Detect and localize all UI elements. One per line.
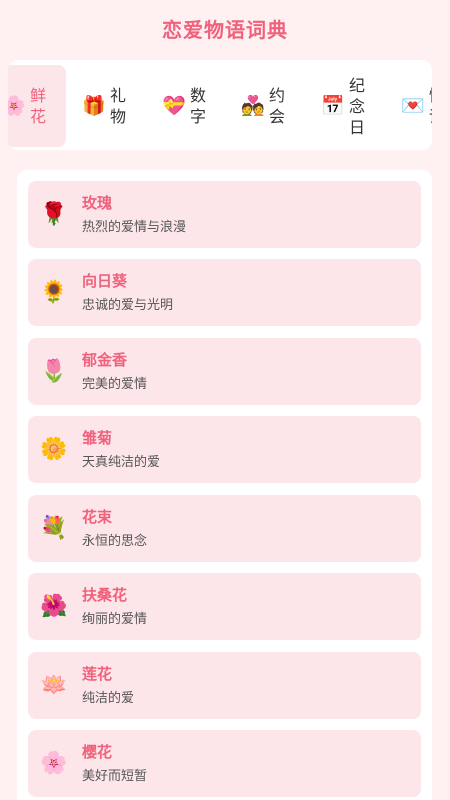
page-title: 恋爱物语词典 [162, 18, 288, 42]
item-name: 扶桑花 [82, 586, 128, 604]
tab-flower[interactable]: 🌸 鲜花 [8, 65, 66, 147]
item-name: 玫瑰 [82, 194, 113, 212]
gift-icon: 🎁 [82, 95, 106, 117]
item-description: 完美的爱情 [82, 377, 148, 392]
cherry-blossom-icon: 🌸 [40, 751, 68, 776]
item-description: 热烈的爱情与浪漫 [82, 220, 187, 235]
item-description: 永恒的思念 [82, 534, 148, 549]
list-item[interactable]: 🌺 扶桑花 绚丽的爱情 [28, 573, 421, 640]
tab-label: 约会 [269, 86, 286, 126]
tab-label: 数字 [190, 86, 207, 126]
sunflower-icon: 🌻 [40, 280, 68, 305]
cherry-blossom-icon: 🌸 [8, 95, 26, 117]
tulip-icon: 🌷 [40, 359, 68, 384]
category-tabs: 🌸 鲜花 🎁 礼物 💝 数字 💑 约会 📅 纪念日 💌 情话 [8, 60, 432, 150]
hibiscus-icon: 🌺 [40, 594, 68, 619]
calendar-icon: 📅 [321, 95, 345, 117]
list-item[interactable]: 💐 花束 永恒的思念 [28, 495, 421, 562]
item-list: 🌹 玫瑰 热烈的爱情与浪漫 🌻 向日葵 忠诚的爱与光明 🌷 郁金香 完美的爱情 … [17, 170, 432, 800]
tab-date[interactable]: 💑 约会 [241, 65, 305, 147]
item-name: 花束 [82, 508, 113, 526]
tab-gift[interactable]: 🎁 礼物 [82, 65, 146, 147]
app-screen: 恋爱物语词典 🌸 鲜花 🎁 礼物 💝 数字 💑 约会 📅 纪念日 💌 情话 🌹 [0, 0, 450, 800]
item-description: 纯洁的爱 [82, 691, 135, 706]
item-name: 樱花 [82, 743, 113, 761]
couple-icon: 💑 [241, 95, 265, 117]
item-description: 忠诚的爱与光明 [82, 298, 174, 313]
tab-label: 情话 [429, 85, 432, 127]
list-item[interactable]: 🌼 雏菊 天真纯洁的爱 [28, 416, 421, 483]
item-name: 向日葵 [82, 272, 128, 290]
lotus-icon: 🪷 [40, 673, 68, 698]
tab-label: 纪念日 [349, 75, 366, 137]
list-item[interactable]: 🌹 玫瑰 热烈的爱情与浪漫 [28, 181, 421, 248]
item-name: 莲花 [82, 665, 113, 683]
item-name: 雏菊 [82, 429, 113, 447]
daisy-icon: 🌼 [40, 437, 68, 462]
rose-icon: 🌹 [40, 202, 68, 227]
item-description: 绚丽的爱情 [82, 612, 148, 627]
item-description: 美好而短暂 [82, 769, 148, 784]
list-item[interactable]: 🌸 樱花 美好而短暂 [28, 730, 421, 797]
tab-number[interactable]: 💝 数字 [162, 65, 226, 147]
love-letter-icon: 💌 [401, 95, 425, 117]
item-name: 郁金香 [82, 351, 128, 369]
bouquet-icon: 💐 [40, 516, 68, 541]
tab-label: 礼物 [110, 86, 127, 126]
list-item[interactable]: 🌷 郁金香 完美的爱情 [28, 338, 421, 405]
tab-loveletter[interactable]: 💌 情话 [401, 65, 432, 147]
heart-ribbon-icon: 💝 [162, 95, 186, 117]
list-item[interactable]: 🪷 莲花 纯洁的爱 [28, 652, 421, 719]
tab-anniversary[interactable]: 📅 纪念日 [321, 65, 385, 147]
list-item[interactable]: 🌻 向日葵 忠诚的爱与光明 [28, 259, 421, 326]
item-description: 天真纯洁的爱 [82, 455, 161, 470]
tab-label: 鲜花 [30, 86, 47, 126]
